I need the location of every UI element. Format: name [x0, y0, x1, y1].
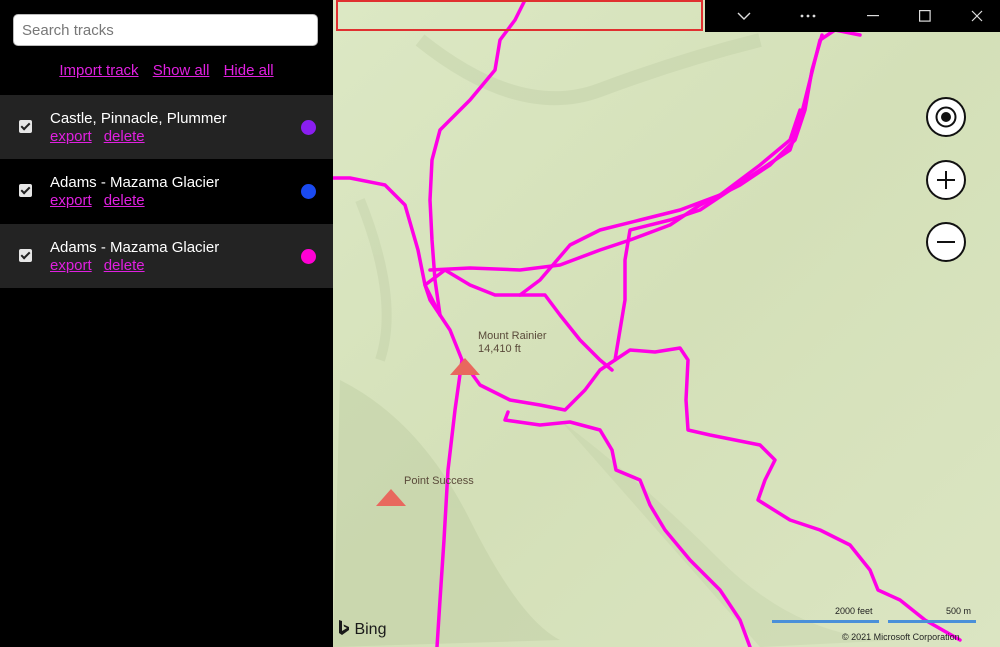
- title-drag-region[interactable]: [336, 0, 703, 31]
- track-item[interactable]: Castle, Pinnacle, Plummer export delete: [0, 95, 333, 159]
- track-sidebar: Import track Show all Hide all Castle, P…: [0, 0, 333, 647]
- hide-all-link[interactable]: Hide all: [224, 62, 274, 79]
- minimize-icon[interactable]: [850, 0, 896, 32]
- zoom-out-button[interactable]: [926, 222, 966, 262]
- track-name: Adams - Mazama Glacier: [50, 174, 220, 191]
- scale-feet-label: 2000 feet: [835, 606, 873, 616]
- track-color-dot[interactable]: [301, 184, 316, 199]
- bing-logo-icon: [339, 620, 349, 635]
- close-icon[interactable]: [954, 0, 1000, 32]
- maximize-icon[interactable]: [902, 0, 948, 32]
- map-canvas[interactable]: [333, 0, 1000, 647]
- chevron-down-icon[interactable]: [721, 0, 767, 32]
- scale-bar-feet: [772, 620, 879, 623]
- locate-button[interactable]: [926, 97, 966, 137]
- track-item[interactable]: Adams - Mazama Glacier export delete: [0, 159, 333, 223]
- poi-label-point-success: Point Success: [404, 475, 474, 487]
- track-name: Castle, Pinnacle, Plummer: [50, 110, 227, 127]
- track-name: Adams - Mazama Glacier: [50, 239, 220, 256]
- track-actions: Import track Show all Hide all: [0, 62, 333, 79]
- export-link[interactable]: export: [50, 192, 92, 209]
- search-input[interactable]: [14, 15, 317, 45]
- track-visible-checkbox[interactable]: [19, 184, 32, 197]
- track-visible-checkbox[interactable]: [19, 120, 32, 133]
- bing-logo: Bing: [338, 620, 386, 639]
- delete-link[interactable]: delete: [104, 192, 145, 209]
- zoom-in-icon: [937, 171, 955, 189]
- track-color-dot[interactable]: [301, 249, 316, 264]
- more-icon[interactable]: [785, 0, 831, 32]
- title-bar: [705, 0, 1000, 32]
- scale-meter-label: 500 m: [946, 606, 972, 616]
- poi-label-mount-rainier: Mount Rainier 14,410 ft: [478, 330, 547, 355]
- map-copyright: © 2021 Microsoft Corporation: [842, 632, 960, 642]
- export-link[interactable]: export: [50, 128, 92, 145]
- track-visible-checkbox[interactable]: [19, 249, 32, 262]
- bing-brand-text: Bing: [354, 621, 387, 638]
- track-item[interactable]: Adams - Mazama Glacier export delete: [0, 224, 333, 288]
- import-track-link[interactable]: Import track: [59, 62, 138, 79]
- scale-bar-meter: [888, 620, 976, 623]
- locate-icon: [935, 106, 957, 128]
- map-view[interactable]: Mount Rainier 14,410 ft Point Success: [333, 0, 1000, 647]
- zoom-in-button[interactable]: [926, 160, 966, 200]
- zoom-out-icon: [937, 241, 955, 243]
- delete-link[interactable]: delete: [104, 257, 145, 274]
- export-link[interactable]: export: [50, 257, 92, 274]
- show-all-link[interactable]: Show all: [153, 62, 210, 79]
- delete-link[interactable]: delete: [104, 128, 145, 145]
- search-box[interactable]: [13, 14, 318, 46]
- track-color-dot[interactable]: [301, 120, 316, 135]
